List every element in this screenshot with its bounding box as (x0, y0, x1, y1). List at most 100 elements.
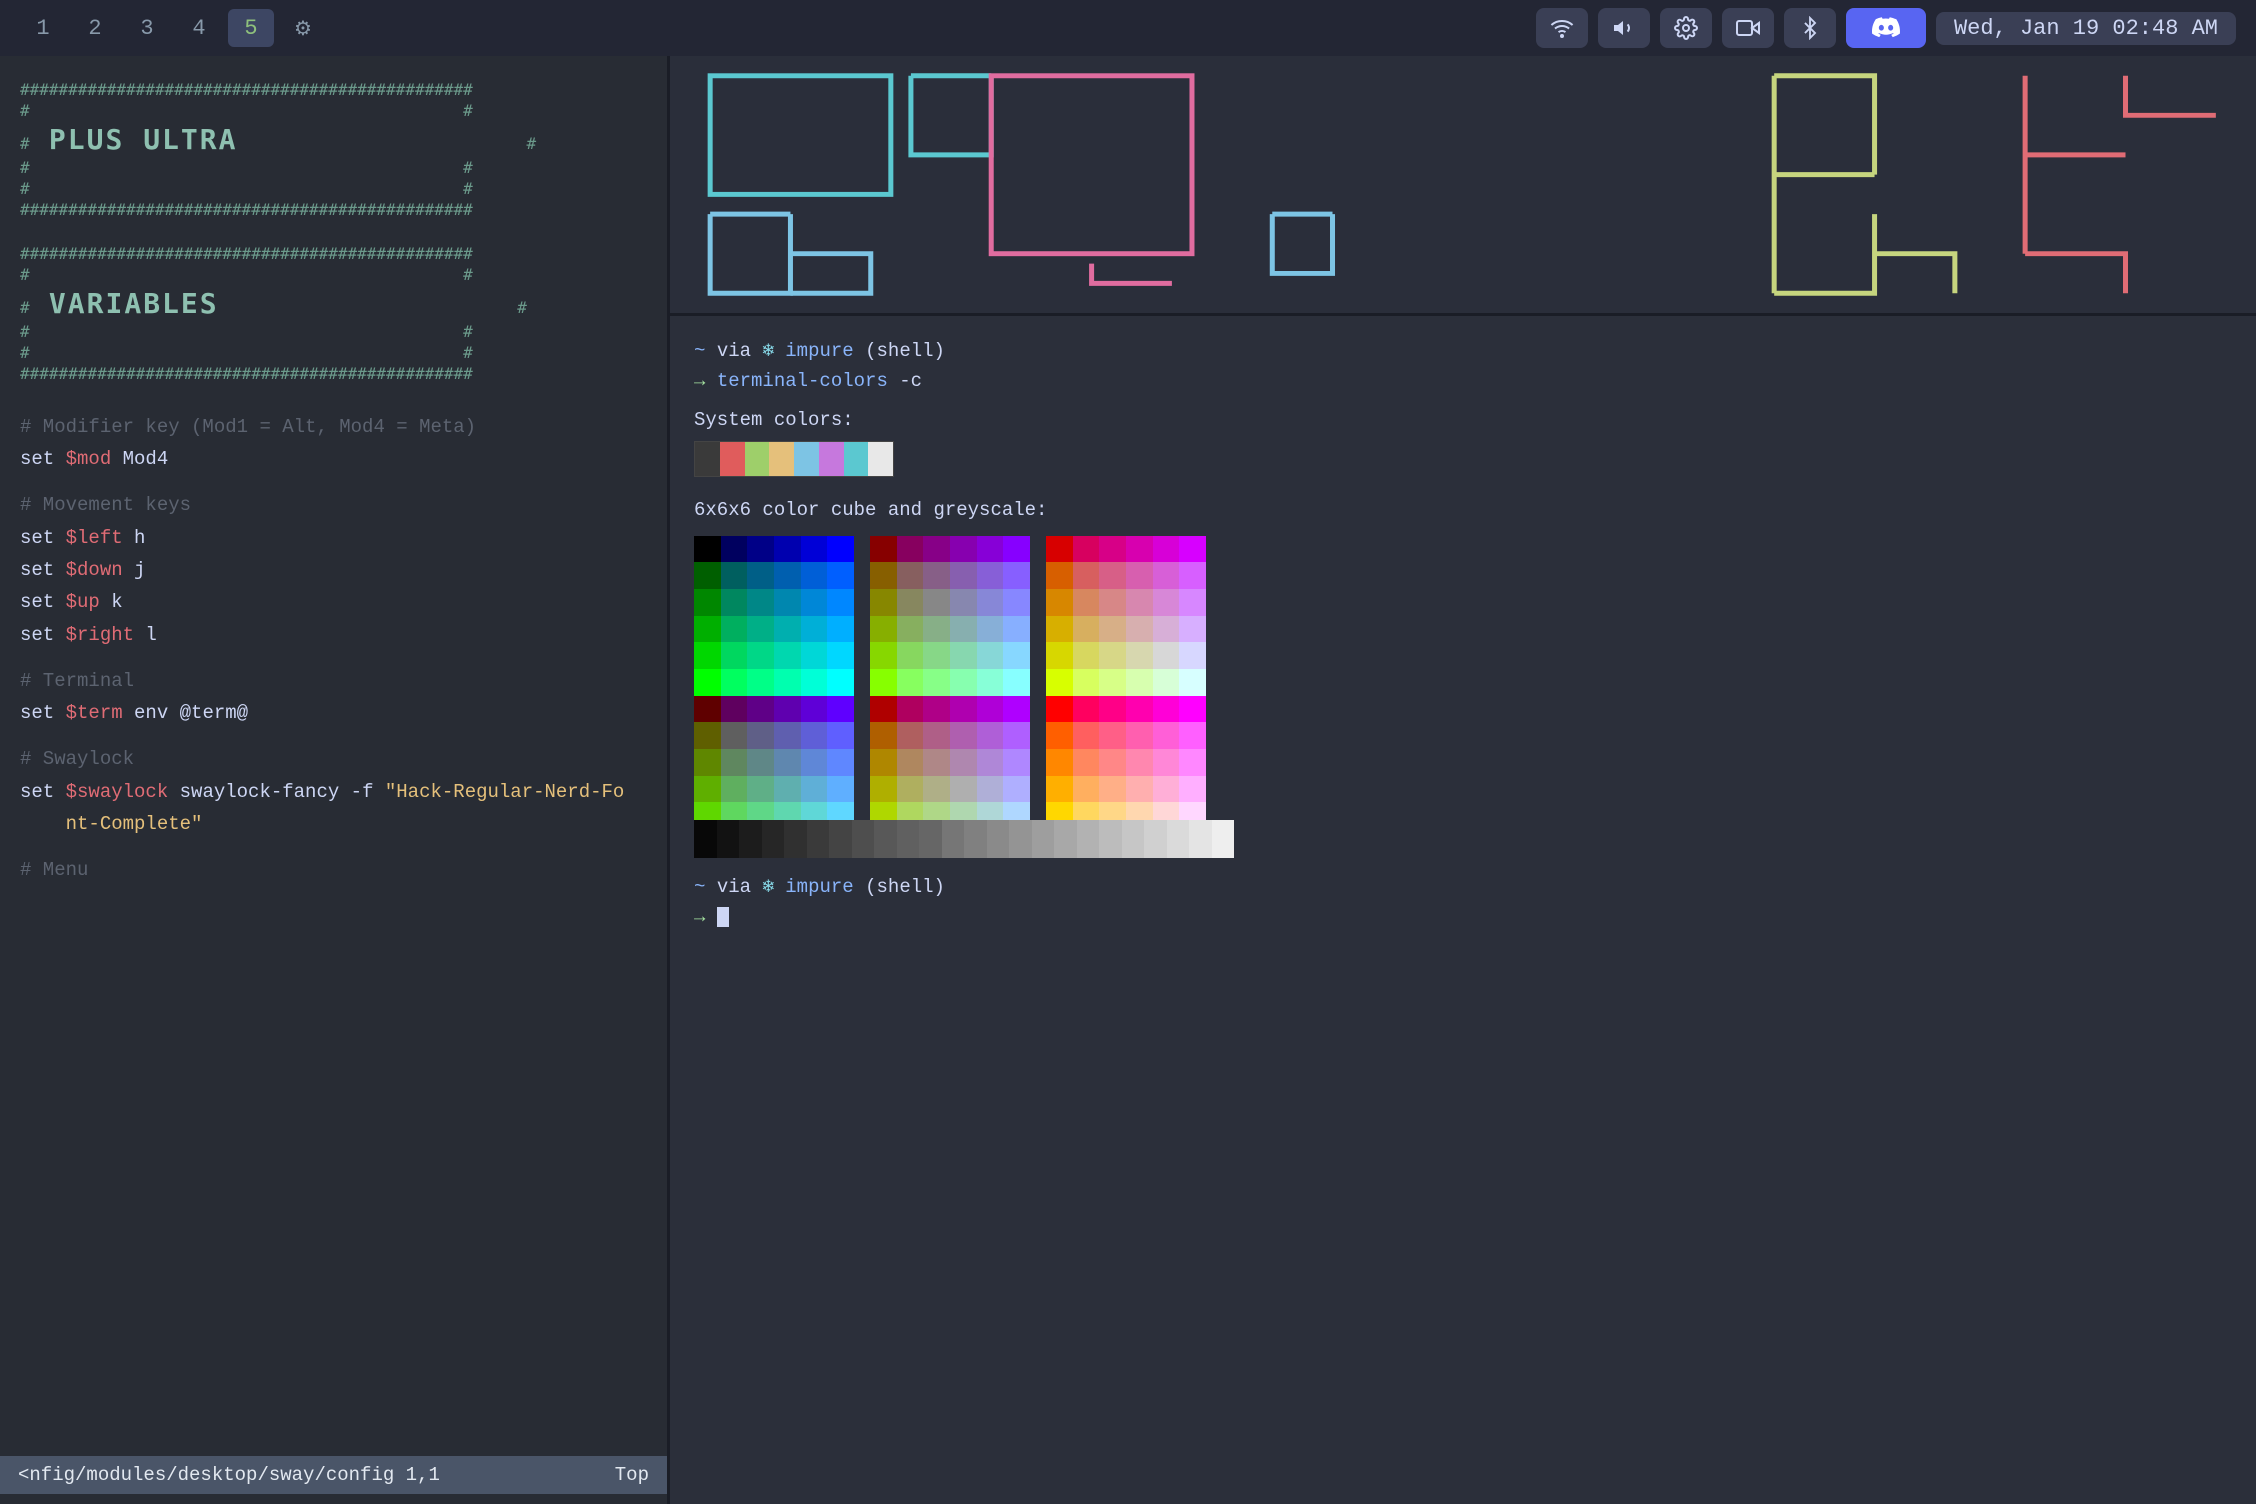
color-cell (1179, 589, 1206, 616)
color-cell (801, 749, 828, 776)
greyscale-cell (1099, 820, 1122, 858)
color-cell (870, 589, 897, 616)
color-cell (1153, 776, 1180, 803)
workspace-3-button[interactable]: 3 (124, 9, 170, 47)
color-cell (977, 616, 1004, 643)
code-block: # Modifier key (Mod1 = Alt, Mod4 = Meta)… (20, 411, 647, 887)
color-cell (827, 696, 854, 723)
settings-button[interactable] (1660, 8, 1712, 48)
color-cell (897, 696, 924, 723)
set-term: set $term env @term@ (20, 697, 647, 729)
color-cell (923, 589, 950, 616)
workspace-5-button[interactable]: 5 (228, 9, 274, 47)
color-cell (694, 749, 721, 776)
greyscale-cell (897, 820, 920, 858)
color-cell (1099, 696, 1126, 723)
camera-button[interactable] (1722, 8, 1774, 48)
color-cell (1126, 616, 1153, 643)
set-left: set $left h (20, 522, 647, 554)
color-cell (897, 616, 924, 643)
color-cell (1073, 642, 1100, 669)
audio-button[interactable] (1598, 8, 1650, 48)
color-cell (1099, 642, 1126, 669)
color-cubes-row (694, 536, 2232, 806)
color-cell (1046, 616, 1073, 643)
color-cell (721, 696, 748, 723)
color-cell (1046, 696, 1073, 723)
statusbar-position: Top (615, 1461, 649, 1490)
color-cell (694, 562, 721, 589)
greyscale-cell (1009, 820, 1032, 858)
color-cell (747, 642, 774, 669)
workspace-4-button[interactable]: 4 (176, 9, 222, 47)
color-cell (694, 776, 721, 803)
comment-swaylock: # Swaylock (20, 748, 134, 770)
set-down: set $down j (20, 554, 647, 586)
workspace-extra-button[interactable]: ⚙ (280, 9, 326, 47)
color-cell (1126, 562, 1153, 589)
color-cell (870, 536, 897, 563)
color-cell (721, 562, 748, 589)
variables-ascii: ########################################… (20, 244, 647, 384)
color-cell (1046, 562, 1073, 589)
taskbar-right: Wed, Jan 19 02:48 AM (1536, 8, 2236, 48)
color-cell (1099, 669, 1126, 696)
color-cell (923, 696, 950, 723)
greyscale-cell (717, 820, 740, 858)
bluetooth-button[interactable] (1784, 8, 1836, 48)
workspace-1-button[interactable]: 1 (20, 9, 66, 47)
color-cell (870, 749, 897, 776)
color-cell (923, 669, 950, 696)
greyscale-cell (1054, 820, 1077, 858)
color-cell (1179, 776, 1206, 803)
color-cell (977, 669, 1004, 696)
color-cell (1073, 776, 1100, 803)
color-cell (801, 642, 828, 669)
color-cell (721, 642, 748, 669)
color-cell (747, 696, 774, 723)
color-cell (774, 696, 801, 723)
sway-viz-svg (670, 56, 2256, 313)
color-cell (827, 776, 854, 803)
color-cell (747, 749, 774, 776)
color-cell (801, 696, 828, 723)
color-cell (977, 749, 1004, 776)
color-cell (1046, 642, 1073, 669)
color-cell (1073, 669, 1100, 696)
color-cell (1099, 589, 1126, 616)
color-cell (923, 722, 950, 749)
discord-button[interactable] (1846, 8, 1926, 48)
greyscale-bar (694, 820, 1234, 858)
color-cell (827, 562, 854, 589)
color-cell (774, 642, 801, 669)
greyscale-cell (919, 820, 942, 858)
color-cell (1073, 722, 1100, 749)
color-cell (694, 696, 721, 723)
color-cell (977, 642, 1004, 669)
terminal-prompt-2: ~ via ❄ impure (shell) (694, 872, 2232, 902)
color-cell (870, 776, 897, 803)
color-cell (897, 776, 924, 803)
color-cell (1153, 562, 1180, 589)
color-cell (801, 722, 828, 749)
workspace-2-button[interactable]: 2 (72, 9, 118, 47)
taskbar: 1 2 3 4 5 ⚙ (0, 0, 2256, 56)
color-cell (1046, 776, 1073, 803)
wifi-button[interactable] (1536, 8, 1588, 48)
set-mod-line: set $mod Mod4 (20, 448, 168, 470)
color-cell (1179, 616, 1206, 643)
greyscale-cell (1122, 820, 1145, 858)
color-cell (897, 642, 924, 669)
color-cell (977, 562, 1004, 589)
color-cell (721, 776, 748, 803)
color-cell (950, 669, 977, 696)
color-cell (1003, 562, 1030, 589)
comment-terminal: # Terminal (20, 670, 134, 692)
color-cell (1003, 669, 1030, 696)
color-cell (923, 616, 950, 643)
color-cell (774, 776, 801, 803)
color-cell (694, 669, 721, 696)
main-content: ########################################… (0, 56, 2256, 1504)
color-cell (1126, 669, 1153, 696)
color-cell (1003, 642, 1030, 669)
